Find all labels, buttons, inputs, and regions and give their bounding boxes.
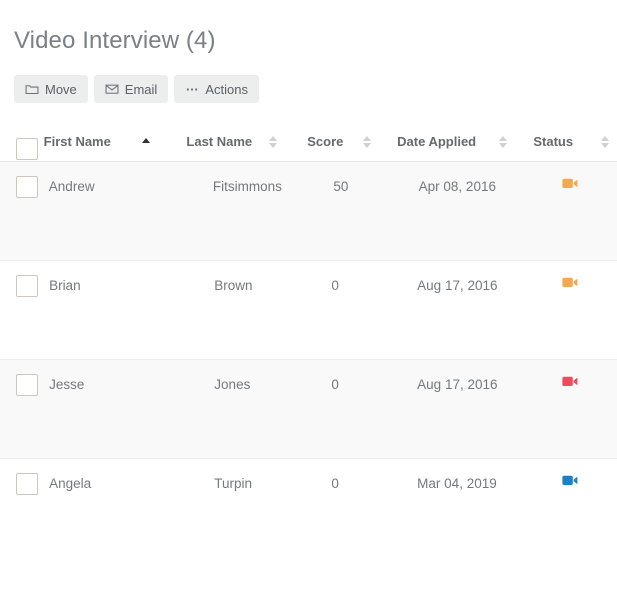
- video-interview-page: Video Interview (4) Move Email Actions F…: [0, 0, 617, 591]
- cell-last-name: Brown: [214, 278, 253, 293]
- cell-spacer: [282, 162, 312, 179]
- cell-first-name: Andrew: [48, 179, 95, 194]
- cell-first-name: Angela: [49, 476, 92, 491]
- select-all-checkbox[interactable]: [16, 137, 38, 160]
- cell-spacer: [371, 162, 401, 179]
- cell-status: [544, 261, 617, 289]
- column-header-last-name[interactable]: Last Name: [158, 122, 260, 161]
- cell-spacer: [157, 360, 187, 377]
- select-all-cell: [0, 122, 44, 161]
- row-select-cell: [0, 459, 49, 495]
- table-header-row: First Name Last Name Score Date Applied …: [0, 122, 617, 162]
- column-header-status[interactable]: Status: [515, 122, 592, 161]
- cell-score: 50: [333, 179, 349, 194]
- cell-spacer: [369, 459, 399, 476]
- cell-spacer: [280, 360, 310, 377]
- cell-first-name: Brian: [49, 278, 81, 293]
- ellipsis-icon: [185, 82, 199, 96]
- table-body: Andrew Fitsimmons 50 Apr 08, 2016 Brian Brown…: [0, 162, 617, 558]
- sort-toggle-status[interactable]: [598, 134, 612, 150]
- cell-status: [544, 360, 617, 388]
- cell-spacer: [155, 162, 185, 179]
- sort-toggle-first-name[interactable]: [139, 134, 153, 150]
- cell-spacer: [157, 261, 187, 278]
- row-select-cell: [0, 360, 49, 396]
- column-header-first-name-label: First Name: [43, 134, 111, 149]
- move-button-label: Move: [45, 81, 77, 97]
- column-header-score-label: Score: [307, 134, 344, 149]
- cell-last-name: Jones: [214, 377, 251, 392]
- cell-spacer: [369, 261, 399, 278]
- cell-spacer: [369, 360, 399, 377]
- column-header-first-name[interactable]: First Name: [44, 122, 134, 161]
- cell-date-applied: Apr 08, 2016: [418, 179, 496, 194]
- sort-slot-last-name: [260, 122, 285, 161]
- actions-button-label: Actions: [205, 81, 248, 97]
- table-row[interactable]: Angela Turpin 0 Mar 04, 2019: [0, 459, 617, 558]
- email-button[interactable]: Email: [93, 75, 169, 103]
- table-row[interactable]: Jesse Jones 0 Aug 17, 2016: [0, 360, 617, 459]
- cell-last-name: Turpin: [214, 476, 253, 491]
- cell-last-name: Fitsimmons: [212, 179, 282, 194]
- sort-toggle-last-name[interactable]: [266, 134, 280, 150]
- cell-spacer: [514, 261, 544, 278]
- move-button[interactable]: Move: [14, 75, 88, 103]
- video-camera-icon[interactable]: [562, 177, 578, 190]
- row-select-checkbox[interactable]: [16, 275, 38, 297]
- cell-spacer: [157, 459, 187, 476]
- sort-slot-first-name: [134, 122, 159, 161]
- video-camera-icon[interactable]: [562, 276, 578, 289]
- candidates-table: First Name Last Name Score Date Applied …: [0, 122, 617, 558]
- row-select-cell: [0, 162, 49, 198]
- cell-score: 0: [331, 476, 339, 491]
- cell-score: 0: [331, 278, 339, 293]
- toolbar: Move Email Actions: [14, 75, 259, 103]
- cell-status: [544, 162, 617, 190]
- column-header-date-applied-label: Date Applied: [397, 134, 477, 149]
- cell-first-name: Jesse: [49, 377, 85, 392]
- cell-score: 0: [331, 377, 339, 392]
- actions-button[interactable]: Actions: [174, 75, 259, 103]
- cell-date-applied: Aug 17, 2016: [417, 377, 498, 392]
- cell-status: [544, 459, 617, 487]
- table-row[interactable]: Brian Brown 0 Aug 17, 2016: [0, 261, 617, 360]
- cell-date-applied: Aug 17, 2016: [417, 278, 498, 293]
- column-header-last-name-label: Last Name: [186, 134, 253, 149]
- sort-toggle-date-applied[interactable]: [496, 134, 510, 150]
- sort-slot-date-applied: [490, 122, 515, 161]
- cell-spacer: [514, 459, 544, 476]
- folder-icon: [25, 82, 39, 96]
- sort-toggle-score[interactable]: [360, 134, 374, 150]
- cell-spacer: [280, 261, 310, 278]
- row-select-cell: [0, 261, 49, 297]
- sort-slot-score: [354, 122, 379, 161]
- envelope-icon: [105, 82, 119, 96]
- cell-date-applied: Mar 04, 2019: [417, 476, 497, 491]
- video-camera-icon[interactable]: [562, 375, 578, 388]
- row-select-checkbox[interactable]: [16, 374, 38, 396]
- email-button-label: Email: [124, 81, 158, 97]
- cell-spacer: [514, 360, 544, 377]
- cell-spacer: [515, 162, 545, 179]
- cell-spacer: [280, 459, 310, 476]
- page-title: Video Interview (4): [14, 27, 216, 54]
- row-select-checkbox[interactable]: [16, 176, 38, 198]
- column-header-score[interactable]: Score: [285, 122, 354, 161]
- video-camera-icon[interactable]: [562, 474, 578, 487]
- column-header-status-label: Status: [533, 134, 574, 149]
- sort-slot-status: [592, 122, 617, 161]
- table-row[interactable]: Andrew Fitsimmons 50 Apr 08, 2016: [0, 162, 617, 261]
- row-select-checkbox[interactable]: [16, 473, 38, 495]
- column-header-date-applied[interactable]: Date Applied: [379, 122, 490, 161]
